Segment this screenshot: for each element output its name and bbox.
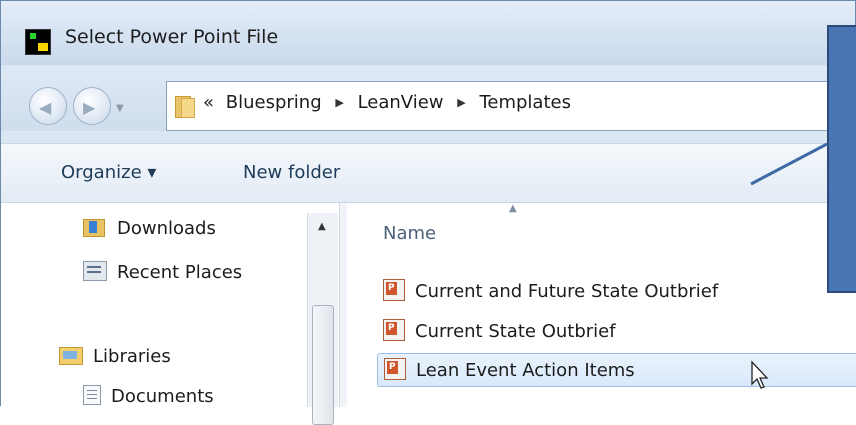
navigation-pane-scrollbar[interactable]: ▲ [307,213,338,425]
powerpoint-file-icon: P [383,279,405,301]
breadcrumb-separator-icon[interactable]: ▶ [457,96,465,109]
sidebar-item-documents[interactable]: Documents [83,385,214,407]
scroll-up-icon[interactable]: ▲ [318,221,326,232]
window-title: Select Power Point File [65,26,279,48]
sidebar-item-label: Libraries [93,346,171,367]
sidebar-item-recent-places[interactable]: Recent Places [83,261,242,283]
app-icon [25,29,51,55]
back-arrow-icon: ◀ [39,98,52,117]
powerpoint-file-icon: P [383,319,405,341]
file-name: Lean Event Action Items [416,360,635,381]
file-row[interactable]: P Current State Outbrief [377,315,856,349]
recent-locations-dropdown-icon[interactable]: ▼ [116,103,124,114]
breadcrumb: « Bluespring ▶ LeanView ▶ Templates [203,92,577,113]
address-bar[interactable]: « Bluespring ▶ LeanView ▶ Templates [166,81,856,131]
file-name: Current and Future State Outbrief [415,281,719,302]
file-name: Current State Outbrief [415,321,616,342]
breadcrumb-item[interactable]: Bluespring [226,92,322,113]
organize-button[interactable]: Organize ▾ [61,162,156,183]
title-bar[interactable]: Select Power Point File [1,1,855,65]
annotation-callout-box [827,25,856,293]
navigation-pane: Downloads Recent Places Libraries Docume… [1,203,339,407]
back-button[interactable]: ◀ [29,87,67,125]
libraries-icon [59,345,83,365]
sidebar-item-label: Recent Places [117,262,243,283]
breadcrumb-item[interactable]: Templates [479,92,571,113]
mouse-pointer-icon [751,360,769,389]
downloads-icon [83,217,107,237]
column-header-name[interactable]: Name [383,223,436,244]
sidebar-item-libraries[interactable]: Libraries [59,345,171,367]
navigation-row: ◀ ▶ ▼ « Bluespring ▶ LeanView ▶ Template… [1,67,856,131]
scrollbar-thumb[interactable] [312,305,334,425]
recent-places-icon [83,261,107,281]
file-list-pane: ▲ Name P Current and Future State Outbrie… [347,203,856,407]
command-toolbar: Organize ▾ New folder [1,143,855,203]
sidebar-item-label: Documents [111,386,214,407]
sort-ascending-icon: ▲ [509,203,517,214]
forward-button[interactable]: ▶ [73,87,111,125]
documents-icon [83,385,101,405]
file-dialog-window: Select Power Point File ◀ ▶ ▼ « Bluespri… [0,0,856,425]
breadcrumb-separator-icon[interactable]: ▶ [335,96,343,109]
breadcrumb-overflow[interactable]: « [203,92,214,113]
powerpoint-file-icon: P [384,358,406,380]
new-folder-button[interactable]: New folder [243,162,340,183]
file-row[interactable]: P Current and Future State Outbrief [377,275,856,309]
folder-icon [175,94,195,118]
forward-arrow-icon: ▶ [83,98,96,117]
sidebar-item-label: Downloads [117,218,216,239]
file-row-selected[interactable]: P Lean Event Action Items [377,353,856,389]
breadcrumb-item[interactable]: LeanView [358,92,444,113]
sidebar-item-downloads[interactable]: Downloads [83,217,216,239]
